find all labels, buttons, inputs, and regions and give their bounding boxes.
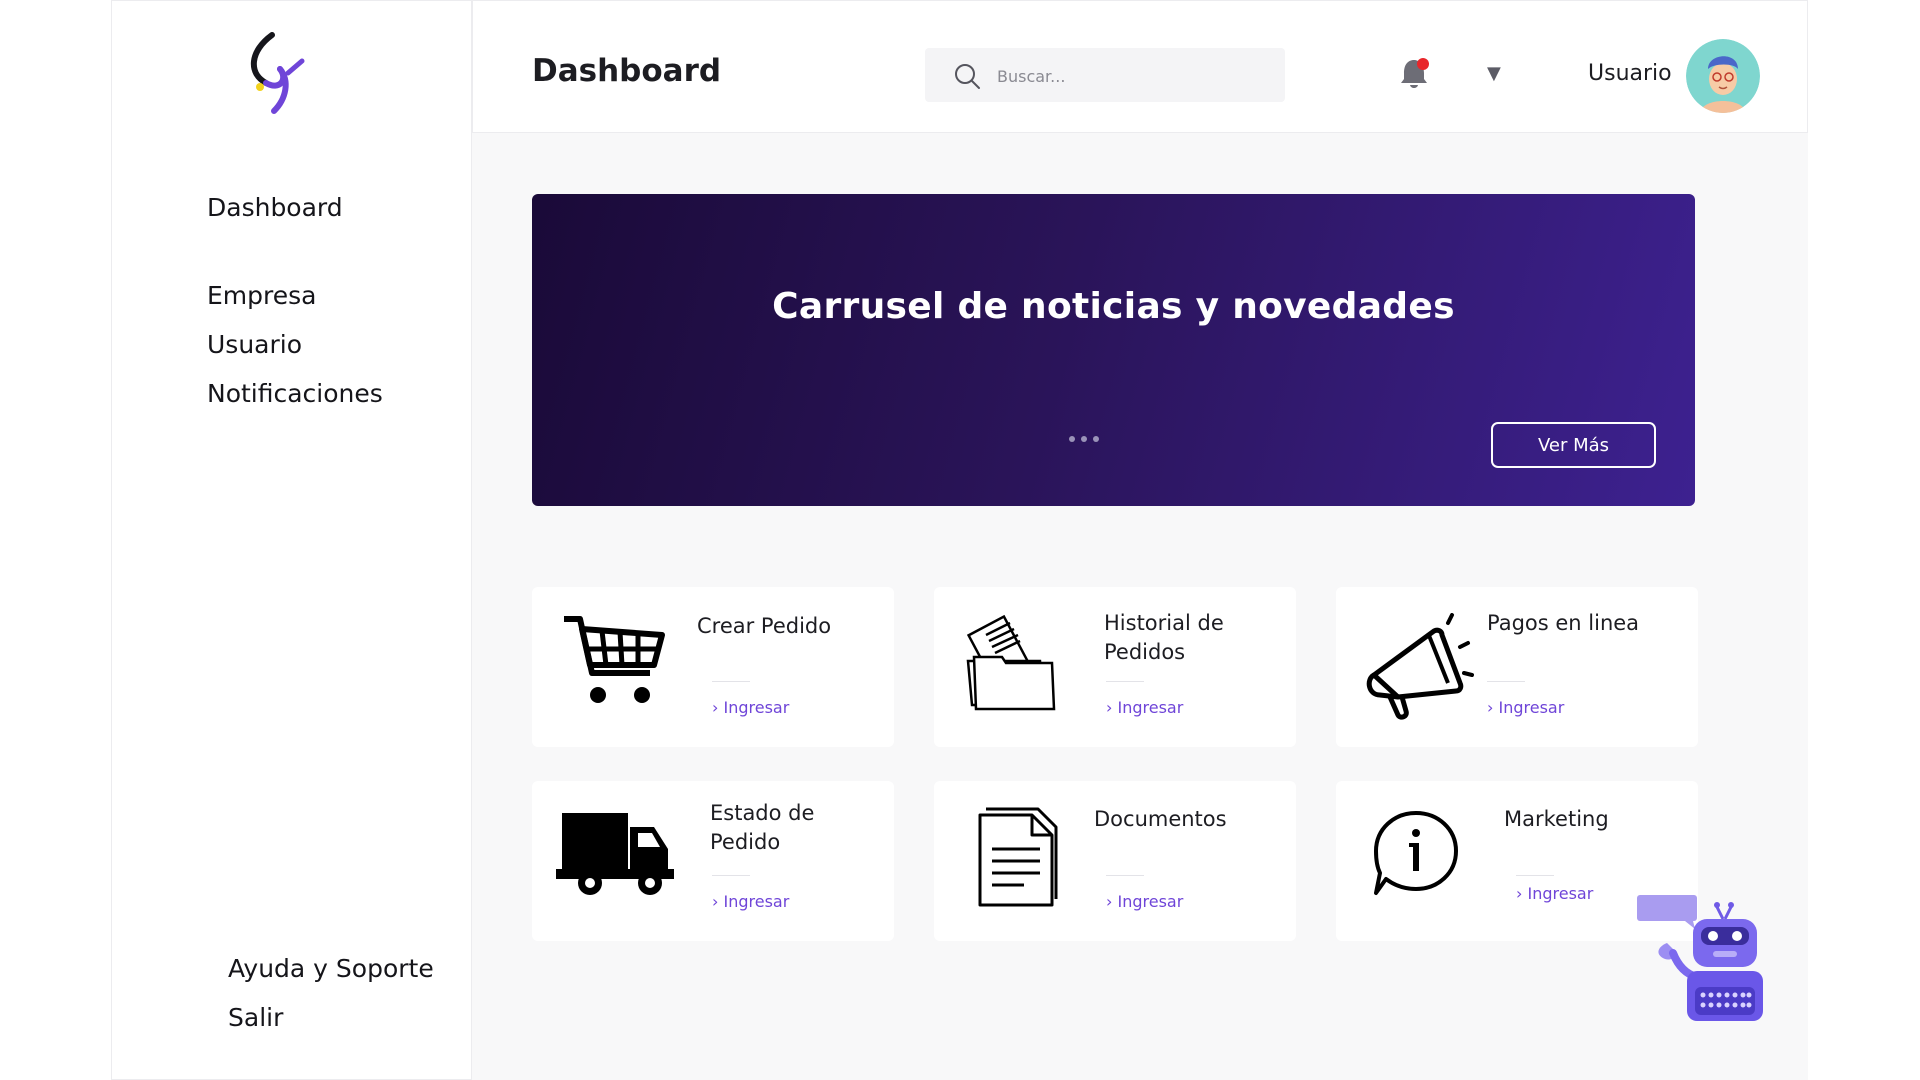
folder-documents-icon — [966, 614, 1056, 711]
divider — [1106, 681, 1144, 682]
card-historial-pedidos[interactable]: Historial de Pedidos › Ingresar — [934, 587, 1296, 747]
main-content: Dashboard ▼ Usuario Carrusel de not — [472, 0, 1808, 1080]
card-pagos-en-linea[interactable]: Pagos en linea › Ingresar — [1336, 587, 1698, 747]
top-header: Dashboard ▼ Usuario — [472, 0, 1808, 133]
sidebar-item-dashboard[interactable]: Dashboard — [207, 193, 343, 222]
news-carousel[interactable]: Carrusel de noticias y novedades Ver Más — [532, 194, 1695, 506]
search-input[interactable] — [995, 62, 1269, 90]
user-name[interactable]: Usuario — [1588, 61, 1672, 86]
page-title: Dashboard — [532, 53, 722, 89]
chevron-down-icon[interactable]: ▼ — [1487, 63, 1501, 84]
info-chat-icon — [1374, 811, 1458, 895]
ingresar-link[interactable]: › Ingresar — [1516, 884, 1593, 903]
ingresar-link[interactable]: › Ingresar — [712, 892, 789, 911]
divider — [712, 681, 750, 682]
carousel-title: Carrusel de noticias y novedades — [772, 286, 1455, 327]
divider — [1487, 681, 1525, 682]
sidebar-item-ayuda[interactable]: Ayuda y Soporte — [228, 954, 434, 983]
megaphone-icon — [1366, 613, 1474, 720]
ingresar-link[interactable]: › Ingresar — [1106, 892, 1183, 911]
ingresar-link[interactable]: › Ingresar — [1487, 698, 1564, 717]
avatar[interactable] — [1686, 39, 1760, 113]
card-title: Pagos en linea — [1487, 611, 1640, 635]
brand-logo[interactable] — [240, 31, 320, 121]
sidebar: Dashboard Empresa Usuario Notificaciones… — [111, 0, 472, 1080]
ver-mas-button[interactable]: Ver Más — [1491, 422, 1656, 468]
ingresar-link[interactable]: › Ingresar — [712, 698, 789, 717]
carousel-dots[interactable] — [1064, 434, 1104, 444]
search-box[interactable] — [925, 48, 1285, 102]
delivery-truck-icon — [556, 813, 674, 895]
divider — [1106, 875, 1144, 876]
card-title: Estado de Pedido — [710, 801, 815, 854]
sidebar-item-empresa[interactable]: Empresa — [207, 281, 316, 310]
notification-dot — [1417, 58, 1429, 70]
divider — [712, 875, 750, 876]
ingresar-link[interactable]: › Ingresar — [1106, 698, 1183, 717]
card-title: Historial de Pedidos — [1104, 611, 1224, 664]
divider — [1516, 875, 1554, 876]
card-documentos[interactable]: Documentos › Ingresar — [934, 781, 1296, 941]
document-icon — [978, 807, 1058, 907]
card-crear-pedido[interactable]: Crear Pedido › Ingresar — [532, 587, 894, 747]
card-title: Marketing — [1504, 807, 1609, 831]
card-title: Crear Pedido — [697, 614, 832, 638]
notification-bell-icon[interactable] — [1399, 56, 1431, 90]
card-estado-pedido[interactable]: Estado de Pedido › Ingresar — [532, 781, 894, 941]
shopping-cart-icon — [564, 616, 665, 703]
sidebar-item-usuario[interactable]: Usuario — [207, 330, 302, 359]
chatbot-assistant-icon[interactable] — [1637, 893, 1764, 1021]
sidebar-item-salir[interactable]: Salir — [228, 1003, 283, 1032]
search-icon[interactable] — [953, 62, 981, 90]
sidebar-item-notificaciones[interactable]: Notificaciones — [207, 379, 383, 408]
card-title: Documentos — [1094, 807, 1227, 831]
